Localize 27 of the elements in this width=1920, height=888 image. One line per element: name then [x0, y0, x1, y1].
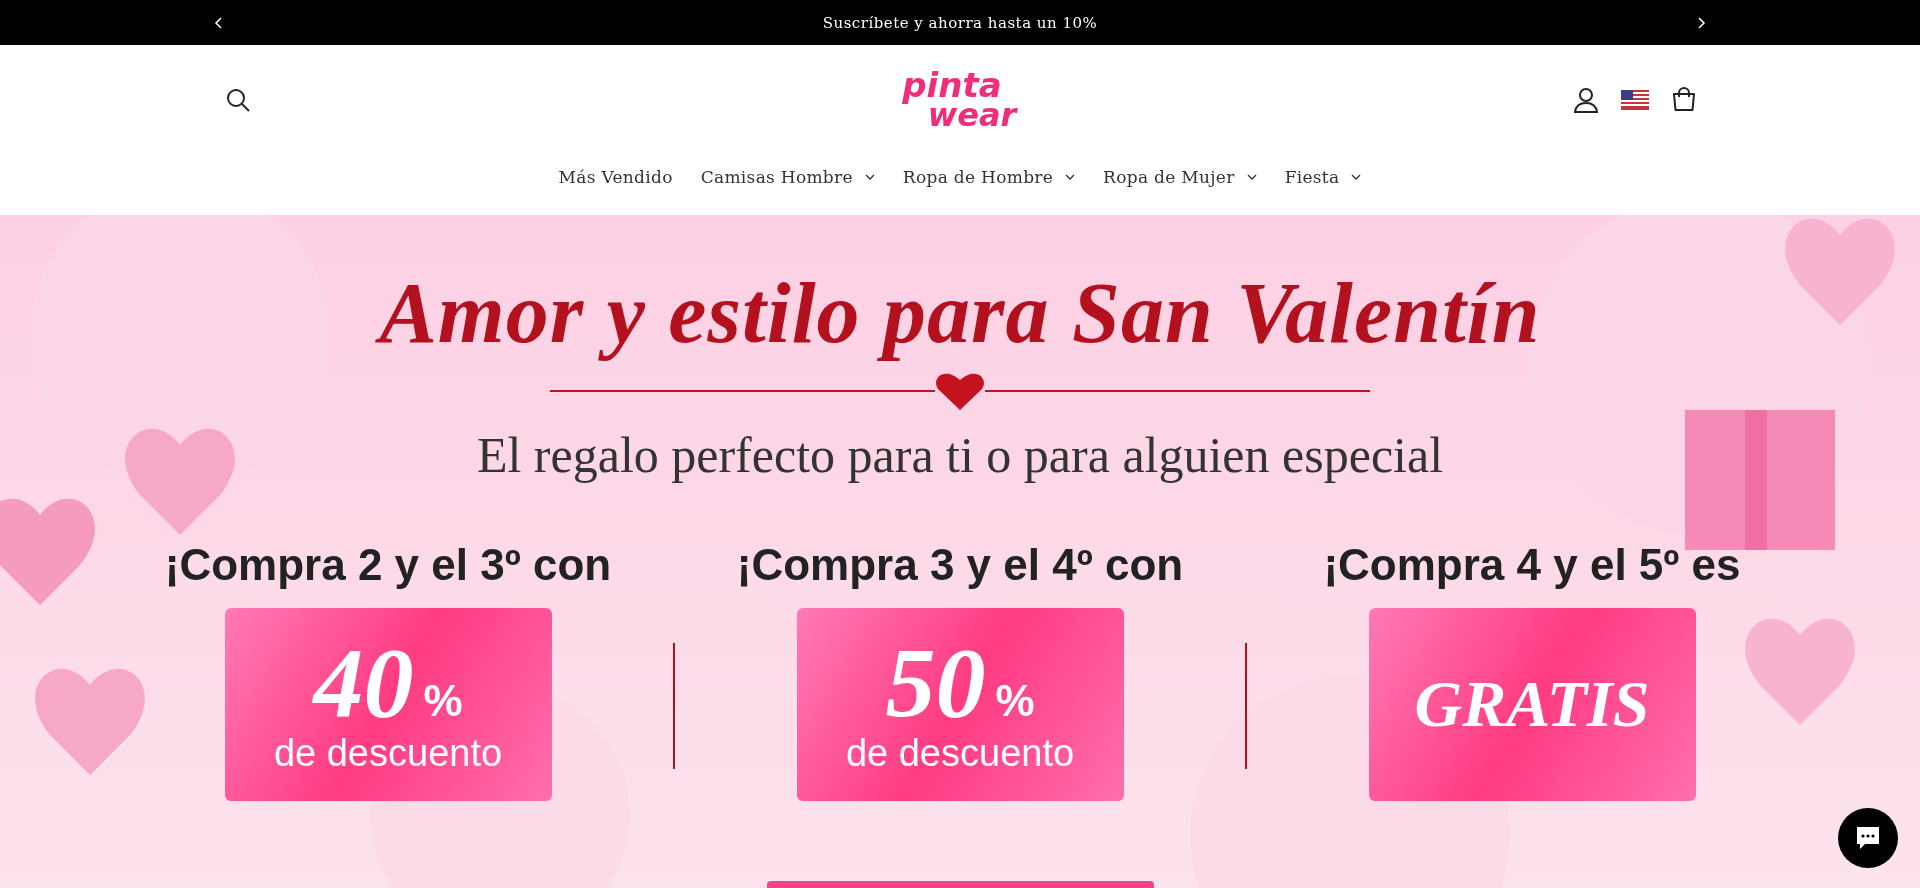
search-icon[interactable]	[225, 87, 251, 113]
percent-sign: %	[423, 676, 463, 727]
chevron-down-icon[interactable]	[864, 174, 875, 180]
offer-heading: ¡Compra 3 y el 4º con	[736, 539, 1184, 590]
banner-subtitle: El regalo perfecto para ti o para alguien especial	[476, 425, 1444, 484]
chevron-down-icon[interactable]	[1065, 174, 1076, 180]
nav-menu-item[interactable]: Ropa de Hombre	[902, 167, 1076, 187]
offer-heading: ¡Compra 2 y el 3º con	[164, 539, 612, 590]
logo[interactable]: pinta wear	[887, 70, 1017, 130]
announcement-text: Suscríbete y ahorra hasta un 10%	[822, 13, 1098, 32]
nav-menu-item[interactable]: Ropa de Mujer	[1103, 167, 1257, 187]
discount-value: GRATIS	[1414, 671, 1650, 737]
discount-value: 50	[885, 633, 986, 734]
discount-note: de descuento	[273, 733, 503, 775]
chevron-down-icon[interactable]	[1246, 174, 1257, 180]
account-icon[interactable]	[1573, 87, 1599, 113]
chevron-down-icon[interactable]	[1351, 174, 1362, 180]
percent-sign: %	[995, 676, 1035, 727]
us-flag-icon[interactable]	[1621, 90, 1649, 110]
cart-icon[interactable]	[1671, 87, 1697, 113]
banner-title: Amor y estilo para San Valentín	[363, 260, 1557, 368]
nav-menu-item[interactable]: Camisas Hombre	[700, 167, 875, 187]
nav-menu-item[interactable]: Fiesta	[1284, 167, 1362, 187]
nav-menu-item[interactable]: Más Vendido	[558, 167, 673, 187]
discount-value: 40	[313, 633, 414, 734]
discount-note: de descuento	[845, 733, 1075, 775]
offer-heading: ¡Compra 4 y el 5º es	[1323, 539, 1741, 590]
